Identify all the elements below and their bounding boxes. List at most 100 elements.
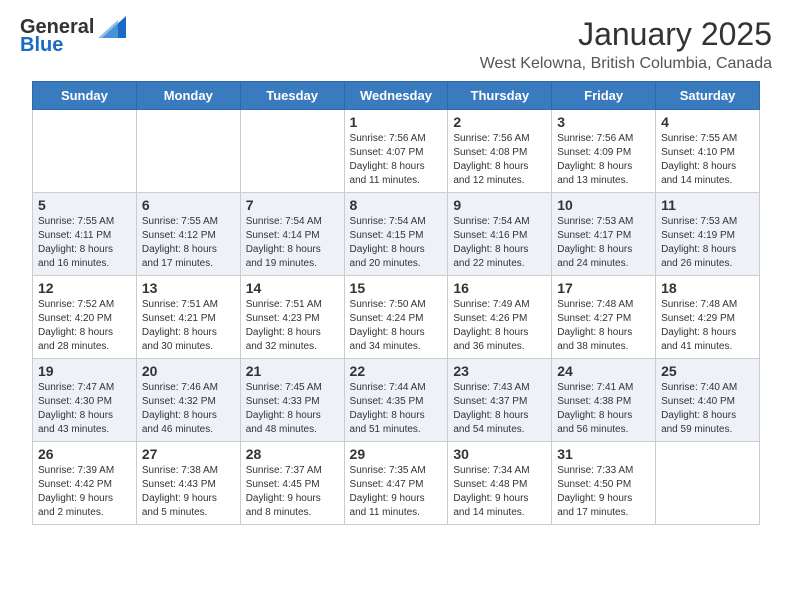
day-number: 4 xyxy=(661,114,754,130)
day-info: Sunrise: 7:52 AM Sunset: 4:20 PM Dayligh… xyxy=(38,298,131,354)
day-number: 11 xyxy=(661,197,754,213)
day-info: Sunrise: 7:51 AM Sunset: 4:21 PM Dayligh… xyxy=(142,298,235,354)
day-cell-13: 13Sunrise: 7:51 AM Sunset: 4:21 PM Dayli… xyxy=(136,276,240,359)
title-section: January 2025 West Kelowna, British Colum… xyxy=(480,16,772,73)
day-cell-23: 23 Sunrise: 7:43 AM Sunset: 4:37 PM Dayli… xyxy=(448,359,552,442)
day-cell-3: 3Sunrise: 7:56 AM Sunset: 4:09 PM Daylig… xyxy=(552,110,656,193)
day-header-wednesday: Wednesday xyxy=(344,82,448,110)
day-number: 30 xyxy=(453,446,546,462)
day-cell-20: 20 Sunrise: 7:46 AM Sunset: 4:32 PM Dayli… xyxy=(136,359,240,442)
day-header-thursday: Thursday xyxy=(448,82,552,110)
logo-icon xyxy=(98,16,126,38)
day-cell-17: 17Sunrise: 7:48 AM Sunset: 4:27 PM Dayli… xyxy=(552,276,656,359)
day-info: Sunrise: 7:51 AM Sunset: 4:23 PM Dayligh… xyxy=(246,298,339,354)
day-info: Sunrise: 7:56 AM Sunset: 4:09 PM Dayligh… xyxy=(557,132,650,188)
day-info: Sunrise: 7:46 AM Sunset: 4:32 PM Dayligh… xyxy=(142,381,235,437)
main-title: January 2025 xyxy=(480,16,772,53)
day-number: 23 xyxy=(453,363,546,379)
day-cell-29: 29 Sunrise: 7:35 AM Sunset: 4:47 PM Dayli… xyxy=(344,442,448,525)
day-cell-6: 6 Sunrise: 7:55 AM Sunset: 4:12 PM Daylig… xyxy=(136,193,240,276)
week-row: 19 Sunrise: 7:47 AM Sunset: 4:30 PM Dayli… xyxy=(33,359,760,442)
day-number: 14 xyxy=(246,280,339,296)
day-cell-15: 15Sunrise: 7:50 AM Sunset: 4:24 PM Dayli… xyxy=(344,276,448,359)
day-number: 31 xyxy=(557,446,650,462)
day-cell-26: 26Sunrise: 7:39 AM Sunset: 4:42 PM Dayli… xyxy=(33,442,137,525)
day-info: Sunrise: 7:33 AM Sunset: 4:50 PM Dayligh… xyxy=(557,464,650,520)
day-cell-12: 12 Sunrise: 7:52 AM Sunset: 4:20 PM Dayli… xyxy=(33,276,137,359)
day-number: 20 xyxy=(142,363,235,379)
day-info: Sunrise: 7:45 AM Sunset: 4:33 PM Dayligh… xyxy=(246,381,339,437)
day-info: Sunrise: 7:38 AM Sunset: 4:43 PM Dayligh… xyxy=(142,464,235,520)
day-info: Sunrise: 7:48 AM Sunset: 4:27 PM Dayligh… xyxy=(557,298,650,354)
day-info: Sunrise: 7:55 AM Sunset: 4:10 PM Dayligh… xyxy=(661,132,754,188)
day-cell-4: 4 Sunrise: 7:55 AM Sunset: 4:10 PM Daylig… xyxy=(656,110,760,193)
empty-cell xyxy=(240,110,344,193)
day-number: 16 xyxy=(453,280,546,296)
day-cell-1: 1Sunrise: 7:56 AM Sunset: 4:07 PM Daylig… xyxy=(344,110,448,193)
week-row: 5 Sunrise: 7:55 AM Sunset: 4:11 PM Daylig… xyxy=(33,193,760,276)
day-header-friday: Friday xyxy=(552,82,656,110)
day-number: 10 xyxy=(557,197,650,213)
day-info: Sunrise: 7:40 AM Sunset: 4:40 PM Dayligh… xyxy=(661,381,754,437)
day-info: Sunrise: 7:44 AM Sunset: 4:35 PM Dayligh… xyxy=(350,381,443,437)
day-number: 6 xyxy=(142,197,235,213)
day-number: 9 xyxy=(453,197,546,213)
day-number: 21 xyxy=(246,363,339,379)
day-cell-16: 16 Sunrise: 7:49 AM Sunset: 4:26 PM Dayli… xyxy=(448,276,552,359)
day-cell-14: 14 Sunrise: 7:51 AM Sunset: 4:23 PM Dayli… xyxy=(240,276,344,359)
day-cell-22: 22 Sunrise: 7:44 AM Sunset: 4:35 PM Dayli… xyxy=(344,359,448,442)
calendar-table: SundayMondayTuesdayWednesdayThursdayFrid… xyxy=(32,81,760,525)
day-header-monday: Monday xyxy=(136,82,240,110)
day-number: 12 xyxy=(38,280,131,296)
day-number: 26 xyxy=(38,446,131,462)
day-number: 1 xyxy=(350,114,443,130)
day-number: 28 xyxy=(246,446,339,462)
day-number: 8 xyxy=(350,197,443,213)
day-header-tuesday: Tuesday xyxy=(240,82,344,110)
day-info: Sunrise: 7:48 AM Sunset: 4:29 PM Dayligh… xyxy=(661,298,754,354)
day-header-saturday: Saturday xyxy=(656,82,760,110)
day-cell-30: 30 Sunrise: 7:34 AM Sunset: 4:48 PM Dayli… xyxy=(448,442,552,525)
day-cell-25: 25Sunrise: 7:40 AM Sunset: 4:40 PM Dayli… xyxy=(656,359,760,442)
day-info: Sunrise: 7:34 AM Sunset: 4:48 PM Dayligh… xyxy=(453,464,546,520)
day-cell-8: 8 Sunrise: 7:54 AM Sunset: 4:15 PM Daylig… xyxy=(344,193,448,276)
day-number: 2 xyxy=(453,114,546,130)
subtitle: West Kelowna, British Columbia, Canada xyxy=(480,55,772,73)
day-cell-31: 31 Sunrise: 7:33 AM Sunset: 4:50 PM Dayli… xyxy=(552,442,656,525)
day-number: 19 xyxy=(38,363,131,379)
day-cell-5: 5 Sunrise: 7:55 AM Sunset: 4:11 PM Daylig… xyxy=(33,193,137,276)
calendar-wrapper: SundayMondayTuesdayWednesdayThursdayFrid… xyxy=(0,81,792,541)
empty-cell xyxy=(33,110,137,193)
day-info: Sunrise: 7:55 AM Sunset: 4:11 PM Dayligh… xyxy=(38,215,131,271)
day-cell-18: 18 Sunrise: 7:48 AM Sunset: 4:29 PM Dayli… xyxy=(656,276,760,359)
day-number: 22 xyxy=(350,363,443,379)
day-number: 7 xyxy=(246,197,339,213)
day-info: Sunrise: 7:55 AM Sunset: 4:12 PM Dayligh… xyxy=(142,215,235,271)
day-number: 24 xyxy=(557,363,650,379)
day-cell-11: 11Sunrise: 7:53 AM Sunset: 4:19 PM Dayli… xyxy=(656,193,760,276)
day-info: Sunrise: 7:47 AM Sunset: 4:30 PM Dayligh… xyxy=(38,381,131,437)
header-row: SundayMondayTuesdayWednesdayThursdayFrid… xyxy=(33,82,760,110)
day-info: Sunrise: 7:53 AM Sunset: 4:17 PM Dayligh… xyxy=(557,215,650,271)
day-cell-19: 19 Sunrise: 7:47 AM Sunset: 4:30 PM Dayli… xyxy=(33,359,137,442)
day-info: Sunrise: 7:37 AM Sunset: 4:45 PM Dayligh… xyxy=(246,464,339,520)
page-header: General Blue January 2025 West Kelowna, … xyxy=(0,0,792,81)
day-info: Sunrise: 7:54 AM Sunset: 4:15 PM Dayligh… xyxy=(350,215,443,271)
day-cell-21: 21 Sunrise: 7:45 AM Sunset: 4:33 PM Dayli… xyxy=(240,359,344,442)
day-info: Sunrise: 7:35 AM Sunset: 4:47 PM Dayligh… xyxy=(350,464,443,520)
day-cell-7: 7Sunrise: 7:54 AM Sunset: 4:14 PM Daylig… xyxy=(240,193,344,276)
day-number: 27 xyxy=(142,446,235,462)
logo: General Blue xyxy=(20,16,126,57)
day-number: 18 xyxy=(661,280,754,296)
week-row: 12 Sunrise: 7:52 AM Sunset: 4:20 PM Dayli… xyxy=(33,276,760,359)
day-cell-27: 27 Sunrise: 7:38 AM Sunset: 4:43 PM Dayli… xyxy=(136,442,240,525)
day-info: Sunrise: 7:43 AM Sunset: 4:37 PM Dayligh… xyxy=(453,381,546,437)
day-cell-28: 28 Sunrise: 7:37 AM Sunset: 4:45 PM Dayli… xyxy=(240,442,344,525)
day-number: 5 xyxy=(38,197,131,213)
day-info: Sunrise: 7:49 AM Sunset: 4:26 PM Dayligh… xyxy=(453,298,546,354)
empty-cell xyxy=(136,110,240,193)
logo-blue-text: Blue xyxy=(20,34,63,57)
day-info: Sunrise: 7:54 AM Sunset: 4:16 PM Dayligh… xyxy=(453,215,546,271)
day-number: 29 xyxy=(350,446,443,462)
day-info: Sunrise: 7:56 AM Sunset: 4:08 PM Dayligh… xyxy=(453,132,546,188)
